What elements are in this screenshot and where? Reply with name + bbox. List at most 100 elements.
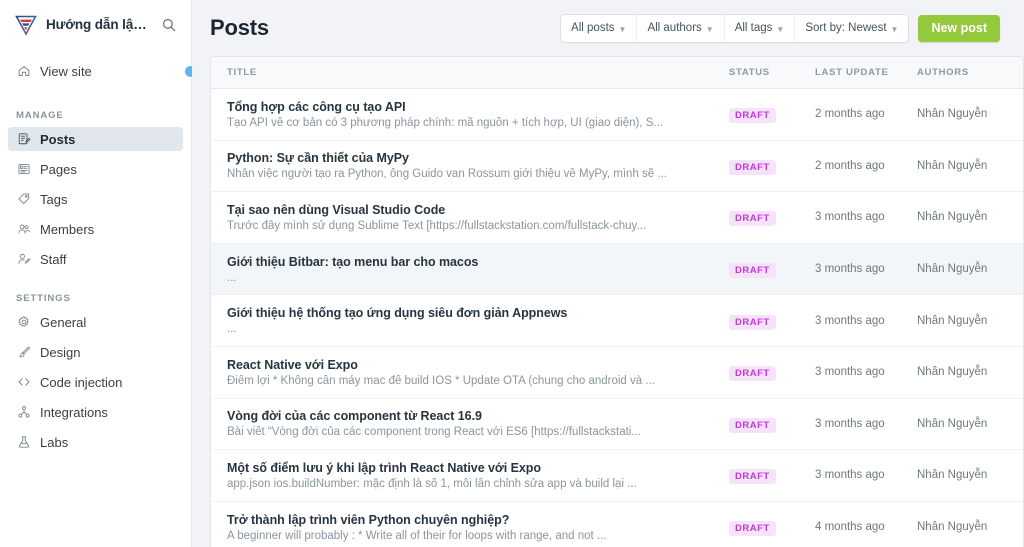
post-excerpt: A beginner will probably : * Write all o… (227, 529, 607, 542)
post-last-update: 2 months ago (815, 159, 885, 172)
post-author: Nhân Nguyễn (917, 521, 988, 534)
post-status-cell: DRAFT (729, 312, 815, 330)
post-last-update: 3 months ago (815, 366, 885, 379)
table-row[interactable]: React Native với Expo Điểm lợi * Không cầ… (211, 347, 1023, 399)
post-excerpt: ... (227, 323, 237, 336)
sidebar-item-view-site[interactable]: View site (0, 54, 191, 88)
sidebar-item-label: Labs (40, 434, 69, 450)
post-excerpt: ... (227, 271, 237, 284)
status-badge: DRAFT (729, 108, 776, 124)
post-status-cell: DRAFT (729, 157, 815, 175)
status-badge: DRAFT (729, 521, 776, 537)
post-title: Một số điểm lưu ý khi lập trình React Na… (227, 460, 541, 475)
sidebar-item-design[interactable]: Design (8, 340, 183, 364)
posts-icon (16, 132, 31, 147)
sidebar-item-labs[interactable]: Labs (8, 430, 183, 454)
post-status-cell: DRAFT (729, 363, 815, 382)
post-title: Giới thiệu Bitbar: tạo menu bar cho maco… (227, 254, 479, 269)
post-excerpt: Trước đây mình sử dụng Sublime Text [htt… (227, 219, 646, 232)
table-row[interactable]: Vòng đời của các component từ React 16.9… (211, 399, 1023, 451)
new-post-button[interactable]: New post (918, 14, 1000, 42)
post-title-cell[interactable]: Một số điểm lưu ý khi lập trình React Na… (211, 461, 729, 490)
post-title: Vòng đời của các component từ React 16.9 (227, 409, 482, 424)
post-last-update: 3 months ago (815, 469, 885, 482)
header-actions: All posts ▼ All authors ▼ All tags ▼ Sor… (561, 14, 1000, 42)
sidebar-item-label: Integrations (40, 404, 108, 420)
column-header-authors: AUTHORS (917, 67, 969, 78)
status-badge: DRAFT (729, 211, 776, 227)
sidebar-item-label: General (40, 314, 87, 330)
chevron-down-icon: ▼ (618, 24, 627, 34)
sidebar: Hướng dẫn lập trìn... View site MANAGE (0, 0, 197, 547)
filter-all-tags[interactable]: All tags ▼ (725, 14, 796, 42)
sidebar-item-members[interactable]: Members (8, 217, 183, 241)
staff-icon (16, 252, 31, 267)
post-title-cell[interactable]: Tại sao nên dùng Visual Studio Code Trước… (211, 203, 729, 232)
post-title: React Native với Expo (227, 357, 358, 372)
post-author: Nhân Nguyễn (917, 263, 988, 276)
post-last-update: 3 months ago (815, 314, 885, 327)
integrations-icon (16, 405, 31, 420)
pages-icon (16, 162, 31, 177)
post-title-cell[interactable]: Trở thành lập trình viên Python chuyên n… (211, 513, 729, 542)
sidebar-item-integrations[interactable]: Integrations (8, 400, 183, 424)
table-row[interactable]: Giới thiệu Bitbar: tạo menu bar cho maco… (211, 243, 1023, 296)
post-title-cell[interactable]: Giới thiệu Bitbar: tạo menu bar cho maco… (211, 255, 729, 284)
search-icon[interactable] (159, 15, 179, 35)
post-excerpt: app.json ios.buildNumber: mặc định là số… (227, 477, 637, 490)
post-author: Nhân Nguyễn (917, 314, 988, 327)
post-title-cell[interactable]: Giới thiệu hệ thống tạo ứng dụng siêu đơ… (211, 306, 729, 335)
fullstack-logo-icon (14, 13, 38, 37)
sidebar-group-settings-title: SETTINGS (16, 293, 71, 304)
sidebar-item-label: Design (40, 344, 81, 360)
column-header-status: STATUS (729, 67, 770, 78)
post-status-cell: DRAFT (729, 208, 815, 227)
post-title-cell[interactable]: Tổng hợp các công cụ tạo API Tạo API về c… (211, 100, 729, 129)
post-last-update: 3 months ago (815, 211, 885, 224)
sidebar-item-tags[interactable]: Tags (8, 187, 183, 211)
sidebar-brand[interactable]: Hướng dẫn lập trìn... (0, 0, 191, 49)
table-row[interactable]: Tổng hợp các công cụ tạo API Tạo API về c… (211, 89, 1023, 141)
table-row[interactable]: Giới thiệu hệ thống tạo ứng dụng siêu đơ… (211, 295, 1023, 347)
status-badge: DRAFT (729, 469, 776, 485)
filter-all-posts[interactable]: All posts ▼ (561, 14, 638, 42)
view-site-label: View site (40, 63, 92, 79)
filter-sort-by[interactable]: Sort by: Newest ▼ (795, 15, 908, 42)
post-status-cell: DRAFT (729, 105, 815, 124)
table-row[interactable]: Tại sao nên dùng Visual Studio Code Trước… (211, 192, 1023, 244)
post-excerpt: Nhân việc người tạo ra Python, ông Guido… (227, 168, 667, 181)
code-brackets-icon (16, 375, 31, 390)
sidebar-item-pages[interactable]: Pages (8, 157, 183, 181)
sidebar-item-general[interactable]: General (8, 310, 183, 334)
post-title-cell[interactable]: React Native với Expo Điểm lợi * Không cầ… (211, 358, 729, 387)
site-title: Hướng dẫn lập trìn... (46, 17, 151, 32)
sidebar-item-label: Posts (40, 131, 76, 147)
posts-table: TITLE STATUS LAST UPDATE AUTHORS Tổng hợ… (210, 56, 1024, 547)
table-row[interactable]: Python: Sự cần thiết của MyPy Nhân việc n… (211, 141, 1023, 193)
post-last-update: 4 months ago (815, 521, 885, 534)
post-title-cell[interactable]: Python: Sự cần thiết của MyPy Nhân việc n… (211, 151, 729, 180)
table-row[interactable]: Trở thành lập trình viên Python chuyên n… (211, 502, 1023, 547)
filter-all-authors[interactable]: All authors ▼ (637, 14, 725, 42)
sidebar-item-code-injection[interactable]: Code injection (8, 370, 183, 394)
post-title: Python: Sự cần thiết của MyPy (227, 151, 409, 166)
post-excerpt: Bài viết “Vòng đời của các component tro… (227, 426, 641, 439)
filter-group: All posts ▼ All authors ▼ All tags ▼ Sor… (561, 14, 909, 42)
chevron-down-icon: ▼ (776, 24, 785, 34)
post-status-cell: DRAFT (729, 466, 815, 485)
post-title: Tổng hợp các công cụ tạo API (227, 99, 406, 114)
table-row[interactable]: Một số điểm lưu ý khi lập trình React Na… (211, 450, 1023, 502)
post-title-cell[interactable]: Vòng đời của các component từ React 16.9… (211, 409, 729, 438)
filter-label: Sort by: Newest (805, 22, 887, 34)
page-header: Posts All posts ▼ All authors ▼ All tags… (192, 0, 1024, 56)
post-last-update: 3 months ago (815, 263, 885, 276)
sidebar-item-staff[interactable]: Staff (8, 247, 183, 271)
post-excerpt: Điểm lợi * Không cần máy mac để build IO… (227, 374, 655, 387)
post-status-cell: DRAFT (729, 518, 815, 537)
post-author: Nhân Nguyễn (917, 211, 988, 224)
ghost-admin-app: Hướng dẫn lập trìn... View site MANAGE (0, 0, 1024, 547)
column-header-title: TITLE (227, 67, 257, 78)
sidebar-item-posts[interactable]: Posts (8, 127, 183, 151)
post-author: Nhân Nguyễn (917, 417, 988, 430)
post-title: Tại sao nên dùng Visual Studio Code (227, 202, 446, 217)
